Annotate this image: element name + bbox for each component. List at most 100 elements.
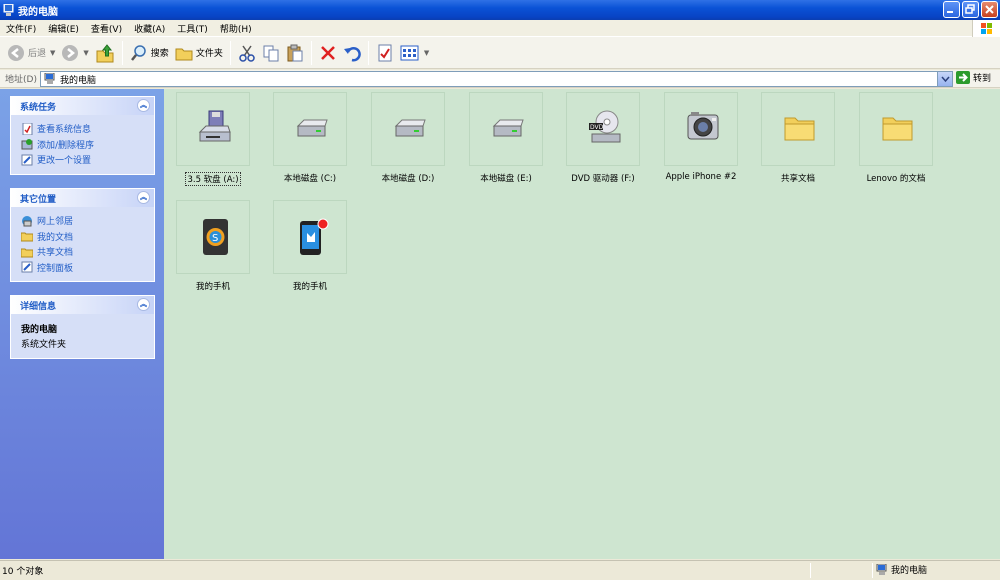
folder-icon <box>882 117 913 141</box>
collapse-chevron-icon[interactable]: ︽ <box>137 298 150 311</box>
menu-help[interactable]: 帮助(H) <box>214 22 258 35</box>
file-view[interactable]: 3.5 软盘 (A:) 本地磁盘 (C:) 本地磁盘 (D:) 本地磁盘 (E:… <box>164 89 1000 559</box>
folder-shared-documents[interactable]: 共享文档 <box>749 92 847 184</box>
toolbar-separator <box>229 40 231 65</box>
undo-button[interactable] <box>340 40 364 66</box>
address-dropdown-button[interactable] <box>937 72 952 86</box>
go-arrow-icon <box>956 71 970 84</box>
scissors-icon <box>239 45 255 62</box>
toolbar-separator <box>310 40 312 65</box>
properties-icon <box>378 44 392 61</box>
add-remove-programs-icon <box>21 139 33 150</box>
menu-edit[interactable]: 编辑(E) <box>42 22 85 35</box>
folder-icon <box>21 248 33 258</box>
address-bar: 地址(D) 我的电脑 转到 <box>0 70 1000 88</box>
properties-button[interactable] <box>373 40 397 66</box>
collapse-chevron-icon[interactable]: ︽ <box>137 99 150 112</box>
place-control-panel[interactable]: 控制面板 <box>21 260 145 276</box>
back-button[interactable]: 后退 ▼ <box>4 40 58 66</box>
system-info-icon <box>22 122 33 135</box>
hard-disk-icon <box>492 119 524 137</box>
device-apple-iphone[interactable]: Apple iPhone #2 <box>652 92 750 182</box>
svg-text:S: S <box>212 233 218 244</box>
phone-icon <box>300 218 329 255</box>
task-change-setting[interactable]: 更改一个设置 <box>21 152 145 168</box>
task-add-remove-programs[interactable]: 添加/删除程序 <box>21 137 145 153</box>
clipboard-icon <box>287 44 303 61</box>
computer-icon <box>876 563 887 575</box>
views-grid-icon <box>400 45 419 60</box>
drive-local-e[interactable]: 本地磁盘 (E:) <box>457 92 555 184</box>
up-folder-button[interactable] <box>92 40 118 66</box>
restore-button[interactable] <box>962 1 979 18</box>
views-button[interactable]: ▼ <box>397 40 432 66</box>
folder-icon <box>21 232 33 242</box>
folder-lenovo-documents[interactable]: Lenovo 的文档 <box>847 92 945 184</box>
delete-button[interactable] <box>316 40 340 66</box>
system-tasks-box: 系统任务 ︽ 查看系统信息 添加/删除程序 更改一个设置 <box>10 96 155 175</box>
other-places-box: 其它位置 ︽ 网上邻居 我的文档 共享文档 控制面板 <box>10 188 155 282</box>
phone-icon: S <box>203 219 228 255</box>
cut-button[interactable] <box>235 40 259 66</box>
close-button[interactable] <box>981 1 998 18</box>
place-shared-documents[interactable]: 共享文档 <box>21 244 145 260</box>
drive-dvd-f[interactable]: DVD DVD 驱动器 (F:) <box>554 92 652 184</box>
up-folder-icon <box>96 43 114 62</box>
place-network[interactable]: 网上邻居 <box>21 213 145 229</box>
views-dropdown-icon[interactable]: ▼ <box>424 49 429 57</box>
toolbar-separator <box>367 40 369 65</box>
drive-local-d[interactable]: 本地磁盘 (D:) <box>359 92 457 184</box>
toolbar: 后退 ▼ ▼ 搜索 文件夹 ▼ <box>0 37 1000 69</box>
back-dropdown-icon[interactable]: ▼ <box>50 49 55 57</box>
status-divider <box>872 563 873 578</box>
other-places-header[interactable]: 其它位置 ︽ <box>11 189 154 207</box>
search-button[interactable]: 搜索 <box>127 40 172 66</box>
copy-icon <box>263 45 279 61</box>
drive-local-c[interactable]: 本地磁盘 (C:) <box>261 92 359 184</box>
details-header[interactable]: 详细信息 ︽ <box>11 296 154 314</box>
task-pane: 系统任务 ︽ 查看系统信息 添加/删除程序 更改一个设置 其它位置 ︽ 网上邻居… <box>0 89 164 559</box>
go-button[interactable]: 转到 <box>956 71 991 84</box>
paste-button[interactable] <box>283 40 307 66</box>
address-input[interactable]: 我的电脑 <box>40 71 953 87</box>
folder-icon <box>175 48 193 60</box>
camera-icon <box>687 112 719 140</box>
menu-file[interactable]: 文件(F) <box>0 22 42 35</box>
chevron-down-icon <box>941 76 950 83</box>
window-title: 我的电脑 <box>18 6 58 18</box>
folders-button[interactable]: 文件夹 <box>172 40 226 66</box>
status-location: 我的电脑 <box>876 563 927 576</box>
undo-icon <box>343 46 361 61</box>
menu-favorites[interactable]: 收藏(A) <box>128 22 171 35</box>
object-count: 10 个对象 <box>2 567 44 577</box>
computer-icon <box>44 73 55 84</box>
dvd-drive-icon: DVD <box>589 110 621 143</box>
svg-text:DVD: DVD <box>590 124 604 131</box>
details-type: 系统文件夹 <box>21 340 67 350</box>
task-view-system-info[interactable]: 查看系统信息 <box>21 121 145 137</box>
system-tasks-header[interactable]: 系统任务 ︽ <box>11 97 154 115</box>
control-panel-icon <box>21 154 33 166</box>
menu-tools[interactable]: 工具(T) <box>171 22 214 35</box>
forward-dropdown-icon[interactable]: ▼ <box>83 49 88 57</box>
network-icon <box>22 215 32 227</box>
control-panel-icon <box>21 261 33 273</box>
status-divider <box>810 563 811 578</box>
menu-view[interactable]: 查看(V) <box>85 22 128 35</box>
copy-button[interactable] <box>259 40 283 66</box>
forward-button[interactable]: ▼ <box>58 40 91 66</box>
floppy-drive-icon <box>198 110 231 142</box>
title-bar[interactable]: 我的电脑 <box>0 0 1000 20</box>
device-my-phone-1[interactable]: S 我的手机 <box>164 200 262 292</box>
menu-bar: 文件(F) 编辑(E) 查看(V) 收藏(A) 工具(T) 帮助(H) <box>0 20 1000 37</box>
device-my-phone-2[interactable]: 我的手机 <box>261 200 359 292</box>
toolbar-separator <box>121 40 123 65</box>
place-my-documents[interactable]: 我的文档 <box>21 229 145 245</box>
minimize-button[interactable] <box>943 1 960 18</box>
hard-disk-icon <box>296 119 328 137</box>
forward-arrow-icon <box>62 44 79 61</box>
collapse-chevron-icon[interactable]: ︽ <box>137 191 150 204</box>
folder-icon <box>784 117 815 141</box>
delete-x-icon <box>320 45 335 60</box>
drive-floppy-a[interactable]: 3.5 软盘 (A:) <box>164 92 262 186</box>
